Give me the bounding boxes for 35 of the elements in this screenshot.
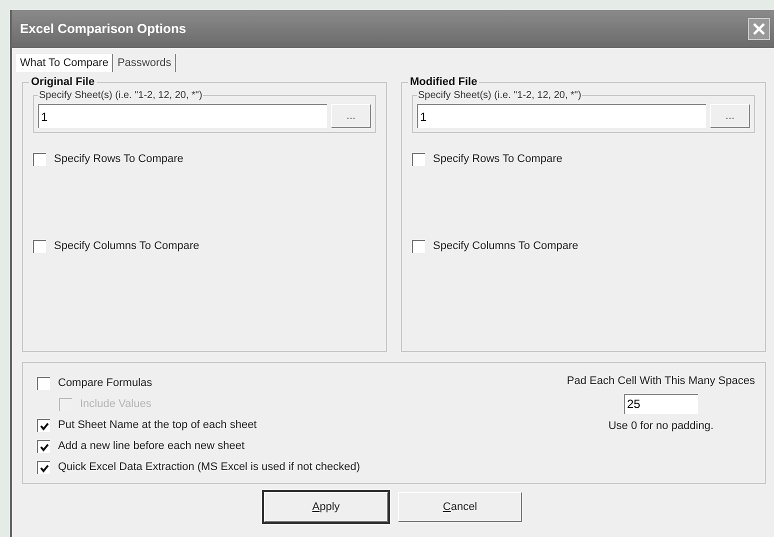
browse-button[interactable]: ... bbox=[331, 104, 371, 128]
option-label: Put Sheet Name at the top of each sheet bbox=[58, 418, 257, 434]
tab[interactable]: What To Compare bbox=[16, 54, 114, 72]
sheets-label: Specify Sheet(s) (i.e. "1-2, 12, 20, *") bbox=[38, 88, 204, 103]
checkbox[interactable] bbox=[33, 240, 46, 253]
check-icon bbox=[40, 442, 48, 452]
padding-hint: Use 0 for no padding. bbox=[608, 418, 714, 434]
dialog-button[interactable]: Cancel bbox=[398, 492, 522, 522]
checkbox[interactable] bbox=[33, 153, 46, 166]
option-label: Specify Columns To Compare bbox=[433, 239, 578, 254]
sheets-label: Specify Sheet(s) (i.e. "1-2, 12, 20, *") bbox=[417, 88, 582, 103]
close-icon bbox=[753, 23, 765, 35]
checkbox[interactable] bbox=[37, 419, 50, 432]
sheets-field[interactable]: 1 bbox=[417, 104, 706, 128]
option-label: Add a new line before each new sheet bbox=[58, 439, 245, 454]
close-button[interactable] bbox=[748, 18, 770, 40]
option-label: Quick Excel Data Extraction (MS Excel is used if not checked) bbox=[58, 460, 360, 476]
padding-label: Pad Each Cell With This Many Spaces bbox=[566, 374, 755, 389]
option-label: Compare Formulas bbox=[58, 376, 152, 392]
sheets-field[interactable]: 1 bbox=[38, 104, 327, 128]
check-icon bbox=[40, 422, 48, 430]
checkbox[interactable] bbox=[37, 461, 50, 474]
window-title: Excel Comparison Options bbox=[20, 20, 186, 38]
checkbox[interactable] bbox=[37, 377, 50, 390]
padding-field[interactable]: 25 bbox=[624, 394, 698, 414]
option-label: Specify Rows To Compare bbox=[433, 152, 562, 168]
checkbox[interactable] bbox=[412, 153, 425, 166]
checkbox[interactable] bbox=[412, 240, 425, 253]
option-label: Include Values bbox=[80, 397, 152, 412]
checkbox[interactable] bbox=[37, 440, 50, 453]
browse-button[interactable]: ... bbox=[710, 104, 750, 128]
option-label: Specify Columns To Compare bbox=[54, 239, 200, 254]
dialog-button[interactable]: Apply bbox=[264, 492, 388, 522]
check-icon bbox=[40, 464, 48, 472]
option-label: Specify Rows To Compare bbox=[54, 152, 184, 168]
